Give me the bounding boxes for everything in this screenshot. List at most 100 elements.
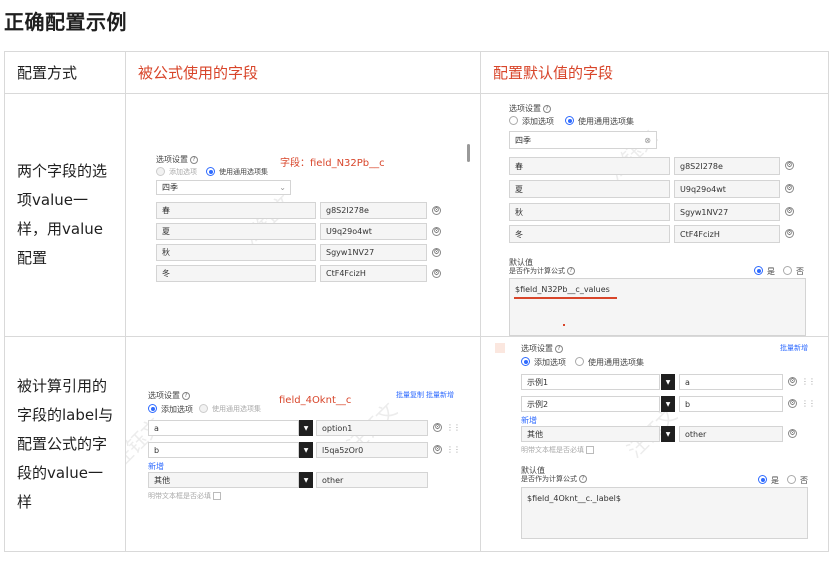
- formula-underline: [514, 297, 617, 299]
- formula-label: 是否作为计算公式?: [521, 474, 587, 484]
- radio-common-set[interactable]: [575, 357, 584, 366]
- other-label-input[interactable]: 其他: [148, 472, 299, 488]
- radio-common-label: 使用通用选项集: [212, 405, 261, 413]
- scrollbar[interactable]: [467, 144, 470, 162]
- option-label-input[interactable]: 春: [156, 202, 316, 219]
- other-required-label: 明带文本框是否必填: [148, 491, 221, 501]
- other-label-input[interactable]: 其他: [521, 426, 660, 442]
- screenshot-formula-field-r1: 汪钰文 选项设置? 字段：field_N32Pb__c 添加选项 使用通用选项集…: [125, 93, 481, 337]
- formula-textarea[interactable]: $field_N32Pb__c_values: [509, 278, 806, 336]
- option-value-input[interactable]: g8S2I278e: [674, 157, 780, 175]
- chevron-down-icon: ⌄: [279, 183, 286, 192]
- drag-handle-icon[interactable]: ⋮⋮: [446, 445, 461, 454]
- add-option-link[interactable]: 新增: [521, 415, 537, 426]
- gear-icon[interactable]: ⚙: [785, 229, 794, 238]
- batch-add-link[interactable]: 批量新增: [426, 390, 454, 400]
- chevron-down-icon[interactable]: ▼: [299, 442, 313, 458]
- gear-icon[interactable]: ⚙: [433, 445, 442, 454]
- radio-common-set[interactable]: [565, 116, 574, 125]
- row-description: 被计算引用的字段的label与配置公式的字段的value一样: [4, 336, 126, 552]
- option-value-input[interactable]: Sgyw1NV27: [674, 203, 780, 221]
- radio-add-option[interactable]: [156, 167, 165, 176]
- gear-icon[interactable]: ⚙: [432, 248, 441, 257]
- batch-add-link[interactable]: 批量新增: [780, 343, 808, 353]
- help-icon: ?: [579, 475, 587, 483]
- page-title: 正确配置示例: [4, 10, 127, 34]
- option-label-input[interactable]: 冬: [156, 265, 316, 282]
- add-option-link[interactable]: 新增: [148, 461, 164, 472]
- gear-icon[interactable]: ⚙: [788, 399, 797, 408]
- radio-common-set[interactable]: [206, 167, 215, 176]
- table-row: 被计算引用的字段的label与配置公式的字段的value一样 汪钰文 汪钰文 选…: [4, 336, 829, 552]
- gear-icon[interactable]: ⚙: [432, 269, 441, 278]
- other-value-input[interactable]: other: [316, 472, 428, 488]
- radio-common-label: 使用通用选项集: [578, 117, 634, 126]
- gear-icon[interactable]: ⚙: [788, 377, 797, 386]
- required-checkbox[interactable]: [213, 492, 221, 500]
- option-value-input[interactable]: U9q29o4wt: [320, 223, 427, 240]
- option-label-input[interactable]: 示例2: [521, 396, 660, 412]
- batch-copy-link[interactable]: 批量复制: [396, 390, 424, 400]
- option-label-input[interactable]: 秋: [509, 203, 670, 221]
- gear-icon[interactable]: ⚙: [788, 429, 797, 438]
- option-label-input[interactable]: 秋: [156, 244, 316, 261]
- row-description: 两个字段的选项value一样，用value配置: [4, 93, 126, 337]
- drag-handle-icon[interactable]: ⋮⋮: [801, 377, 816, 386]
- formula-textarea[interactable]: $field_4Oknt__c._label$: [521, 487, 808, 539]
- option-label-input[interactable]: 冬: [509, 225, 670, 243]
- radio-add-label: 添加选项: [169, 168, 197, 176]
- option-value-input[interactable]: option1: [316, 420, 428, 436]
- option-value-input[interactable]: CtF4FcizH: [674, 225, 780, 243]
- option-label-input[interactable]: 夏: [509, 180, 670, 198]
- option-value-input[interactable]: g8S2I278e: [320, 202, 427, 219]
- option-value-input[interactable]: Sgyw1NV27: [320, 244, 427, 261]
- gear-icon[interactable]: ⚙: [785, 184, 794, 193]
- option-value-input[interactable]: U9q29o4wt: [674, 180, 780, 198]
- field-annotation: 字段：field_N32Pb__c: [280, 158, 385, 169]
- help-icon: ?: [182, 391, 190, 400]
- option-label-input[interactable]: 示例1: [521, 374, 660, 390]
- chevron-down-icon[interactable]: ▼: [299, 472, 313, 488]
- option-label-input[interactable]: 夏: [156, 223, 316, 240]
- option-value-input[interactable]: a: [679, 374, 783, 390]
- section-label: 选项设置?: [156, 154, 198, 165]
- other-value-input[interactable]: other: [679, 426, 783, 442]
- option-label-input[interactable]: a: [148, 420, 299, 436]
- option-set-select[interactable]: 四季 ⊗: [509, 131, 657, 149]
- gear-icon[interactable]: ⚙: [432, 227, 441, 236]
- required-checkbox[interactable]: [586, 446, 594, 454]
- screenshot-formula-field-r2: 汪钰文 汪钰文 选项设置? field_4Oknt__c 批量复制 批量新增 添…: [125, 336, 481, 552]
- radio-yes-label: 是: [771, 476, 779, 485]
- drag-handle-icon[interactable]: ⋮⋮: [446, 423, 461, 432]
- option-value-input[interactable]: l5qa5zOr0: [316, 442, 428, 458]
- radio-yes[interactable]: [758, 475, 767, 484]
- gear-icon[interactable]: ⚙: [785, 207, 794, 216]
- chevron-down-icon[interactable]: ▼: [661, 396, 675, 412]
- option-label-input[interactable]: 春: [509, 157, 670, 175]
- option-label-input[interactable]: b: [148, 442, 299, 458]
- gear-icon[interactable]: ⚙: [433, 423, 442, 432]
- radio-no[interactable]: [787, 475, 796, 484]
- radio-add-option[interactable]: [521, 357, 530, 366]
- radio-add-label: 添加选项: [522, 117, 554, 126]
- chevron-down-icon[interactable]: ▼: [299, 420, 313, 436]
- radio-yes[interactable]: [754, 266, 763, 275]
- option-value-input[interactable]: b: [679, 396, 783, 412]
- clear-icon[interactable]: ⊗: [644, 136, 651, 145]
- cursor-mark: [563, 324, 565, 326]
- option-value-input[interactable]: CtF4FcizH: [320, 265, 427, 282]
- help-icon: ?: [567, 267, 575, 275]
- formula-label: 是否作为计算公式?: [509, 266, 575, 276]
- table-row: 两个字段的选项value一样，用value配置 汪钰文 选项设置? 字段：fie…: [4, 93, 829, 337]
- gear-icon[interactable]: ⚙: [785, 161, 794, 170]
- radio-no[interactable]: [783, 266, 792, 275]
- radio-common-set[interactable]: [199, 404, 208, 413]
- option-set-select[interactable]: 四季 ⌄: [156, 180, 291, 195]
- highlight-mark: [495, 343, 505, 353]
- radio-add-option[interactable]: [148, 404, 157, 413]
- gear-icon[interactable]: ⚙: [432, 206, 441, 215]
- chevron-down-icon[interactable]: ▼: [661, 374, 675, 390]
- drag-handle-icon[interactable]: ⋮⋮: [801, 399, 816, 408]
- radio-add-option[interactable]: [509, 116, 518, 125]
- chevron-down-icon[interactable]: ▼: [661, 426, 675, 442]
